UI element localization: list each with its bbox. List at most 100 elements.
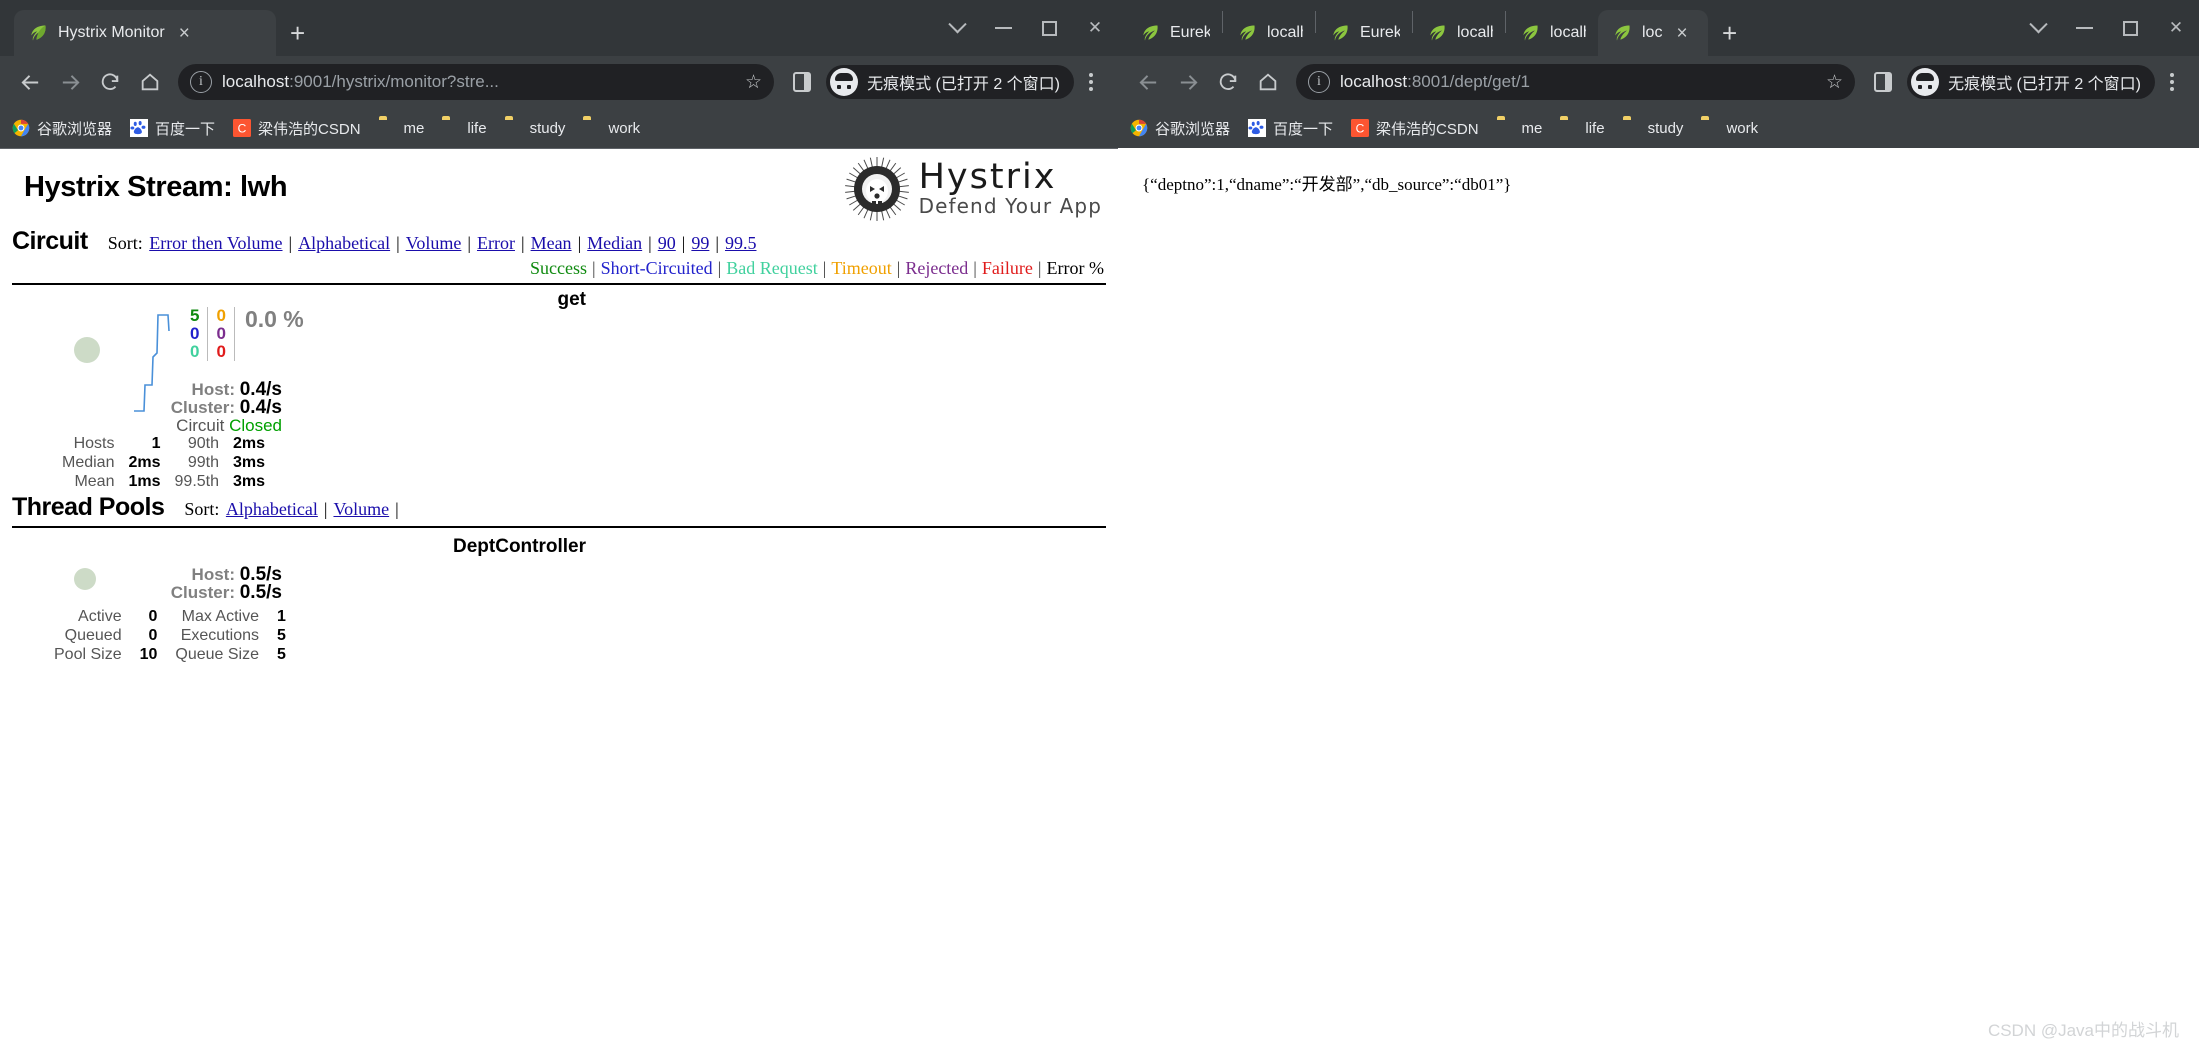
back-arrow-icon[interactable]: [1128, 62, 1168, 102]
circuit-section-header: Circuit Sort: Error then Volume | Alphabet…: [12, 227, 1106, 285]
counter-bad-request: 0: [190, 341, 200, 361]
minimize-icon[interactable]: [980, 0, 1026, 56]
minimize-icon[interactable]: [2061, 0, 2107, 56]
thread-pool-health-circle: [74, 568, 96, 590]
sort-alphabetical[interactable]: Alphabetical: [298, 233, 390, 253]
tab-title: localh: [1550, 24, 1586, 41]
bookmark-star-icon[interactable]: ☆: [745, 71, 762, 94]
new-tab-button[interactable]: +: [1708, 20, 1751, 56]
tab-localhost-2[interactable]: localh: [1413, 10, 1505, 56]
folder-icon: [442, 119, 460, 137]
bookmark-study[interactable]: study: [505, 119, 566, 137]
sort-99-5[interactable]: 99.5: [725, 233, 757, 253]
kebab-menu-icon[interactable]: [2155, 70, 2189, 94]
spring-leaf-icon: [1427, 23, 1447, 43]
circuit-legend: Success | Short-Circuited | Bad Request | Time…: [530, 258, 1104, 278]
address-bar-left[interactable]: i localhost:9001/hystrix/monitor?stre...…: [178, 64, 775, 100]
hystrix-dashboard: Hystrix Stream: lwh Hystrix Defend Your …: [0, 149, 1118, 663]
new-tab-button[interactable]: +: [276, 20, 319, 56]
tab-eureka-2[interactable]: Eureka: [1316, 10, 1412, 56]
address-bar-right[interactable]: i localhost:8001/dept/get/1 ☆: [1296, 64, 1856, 100]
forward-arrow-icon[interactable]: [50, 62, 90, 102]
circuit-stats: Hosts 1 90th 2ms Median 2ms 99th 3ms Mea…: [62, 435, 265, 492]
tp-sort-volume[interactable]: Volume: [333, 499, 389, 519]
tab-localhost-3[interactable]: localh: [1506, 10, 1598, 56]
hystrix-tagline: Defend Your App: [918, 193, 1102, 218]
baidu-icon: [1248, 119, 1267, 137]
bookmark-me[interactable]: me: [379, 119, 425, 137]
incognito-indicator-right[interactable]: 无痕模式 (已打开 2 个窗口): [1907, 65, 2155, 99]
home-icon[interactable]: [1248, 62, 1288, 102]
bookmark-life[interactable]: life: [1560, 119, 1604, 137]
back-arrow-icon[interactable]: [10, 62, 50, 102]
sort-99[interactable]: 99: [691, 233, 709, 253]
site-info-icon[interactable]: i: [1308, 71, 1330, 93]
maximize-icon[interactable]: [1026, 0, 1072, 56]
sort-median[interactable]: Median: [587, 233, 642, 253]
circuit-status-value: Closed: [229, 416, 282, 435]
forward-arrow-icon[interactable]: [1168, 62, 1208, 102]
legend-bad-request: Bad Request: [726, 258, 818, 278]
spring-leaf-icon: [1140, 23, 1160, 43]
incognito-icon: [1911, 68, 1940, 96]
folder-icon: [1560, 119, 1578, 137]
site-info-icon[interactable]: i: [190, 71, 212, 93]
window-controls-right: ✕: [2015, 0, 2199, 56]
kebab-menu-icon[interactable]: [1074, 70, 1108, 94]
close-icon[interactable]: ×: [1676, 24, 1687, 43]
bookmark-baidu[interactable]: 百度一下: [130, 118, 215, 139]
circuit-sort-bar: Sort: Error then Volume | Alphabetical | Vol…: [107, 233, 757, 253]
stat-label-2: 99.5th: [174, 472, 219, 490]
sort-mean[interactable]: Mean: [531, 233, 572, 253]
bookmark-star-icon[interactable]: ☆: [1826, 71, 1843, 94]
maximize-icon[interactable]: [2107, 0, 2153, 56]
tab-localhost-active[interactable]: loc ×: [1598, 10, 1708, 56]
sort-error[interactable]: Error: [477, 233, 515, 253]
legend-error-percent: Error %: [1046, 258, 1104, 278]
tab-eureka-1[interactable]: Eureka: [1126, 10, 1222, 56]
bookmark-csdn[interactable]: C 梁伟浩的CSDN: [233, 118, 361, 139]
chevron-down-icon[interactable]: [2015, 0, 2061, 56]
tab-title: Eureka: [1360, 24, 1400, 41]
bookmark-chrome[interactable]: 谷歌浏览器: [12, 118, 112, 139]
sort-90[interactable]: 90: [658, 233, 676, 253]
bookmark-chrome[interactable]: 谷歌浏览器: [1130, 118, 1230, 139]
side-panel-icon[interactable]: [782, 62, 822, 102]
bookmark-label: study: [529, 119, 566, 137]
counter-col-right: 0 0 0: [207, 307, 233, 361]
browser-window-left: Hystrix Monitor × + ✕ i localhost:9001/h…: [0, 0, 1118, 1053]
chevron-down-icon[interactable]: [934, 0, 980, 56]
cluster-label: Cluster:: [170, 583, 235, 602]
tab-strip-left: Hystrix Monitor × + ✕: [0, 0, 1118, 56]
bookmark-csdn[interactable]: C 梁伟浩的CSDN: [1351, 118, 1479, 139]
bookmark-study[interactable]: study: [1623, 119, 1684, 137]
thread-pools-heading: Thread Pools: [12, 493, 165, 521]
url-host: localhost: [222, 72, 290, 91]
tab-hystrix-monitor[interactable]: Hystrix Monitor ×: [14, 10, 276, 56]
bookmark-baidu[interactable]: 百度一下: [1248, 118, 1333, 139]
stat-label-2: Executions: [180, 626, 259, 644]
incognito-indicator-left[interactable]: 无痕模式 (已打开 2 个窗口): [826, 65, 1074, 99]
thread-pool-name: DeptController: [453, 536, 586, 557]
tp-sort-alphabetical[interactable]: Alphabetical: [226, 499, 318, 519]
side-panel-icon[interactable]: [1863, 62, 1903, 102]
reload-icon[interactable]: [90, 62, 130, 102]
stat-label: Queued: [64, 626, 122, 644]
close-icon[interactable]: ✕: [2153, 0, 2199, 56]
bookmark-me[interactable]: me: [1497, 119, 1543, 137]
bookmark-life[interactable]: life: [442, 119, 486, 137]
chrome-icon: [12, 119, 30, 137]
bookmark-work[interactable]: work: [583, 119, 640, 137]
legend-failure: Failure: [981, 258, 1033, 278]
bookmark-work[interactable]: work: [1701, 119, 1758, 137]
folder-icon: [583, 119, 601, 137]
sort-volume[interactable]: Volume: [406, 233, 462, 253]
home-icon[interactable]: [130, 62, 170, 102]
close-icon[interactable]: ×: [179, 24, 190, 43]
reload-icon[interactable]: [1208, 62, 1248, 102]
bookmark-label: 百度一下: [155, 120, 216, 138]
legend-success: Success: [530, 258, 588, 278]
close-icon[interactable]: ✕: [1072, 0, 1118, 56]
tab-localhost-1[interactable]: localh: [1223, 10, 1315, 56]
sort-error-then-volume[interactable]: Error then Volume: [149, 233, 282, 253]
